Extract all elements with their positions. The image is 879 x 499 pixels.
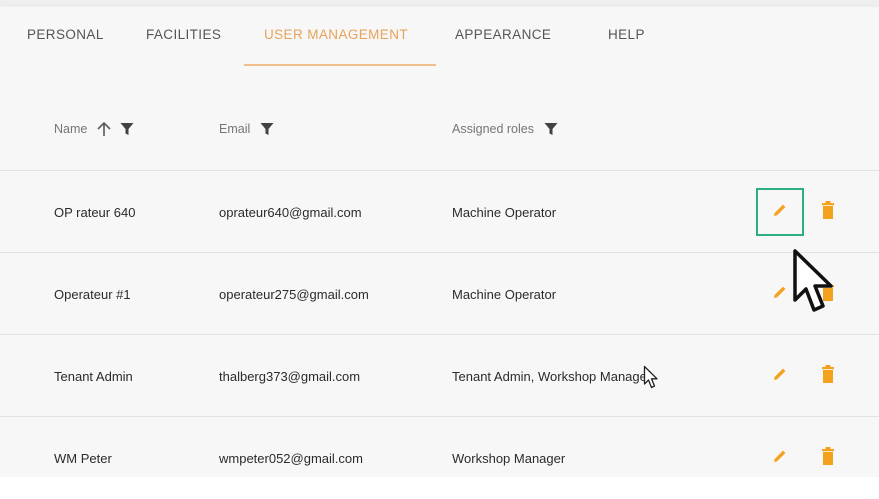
- user-email-cell: wmpeter052@gmail.com: [219, 450, 363, 466]
- sort-ascending-icon[interactable]: [97, 122, 111, 136]
- edit-user-button[interactable]: [756, 434, 804, 482]
- filter-icon-email[interactable]: [260, 122, 274, 136]
- mouse-pointer-icon: [643, 365, 659, 396]
- user-email-cell: oprateur640@gmail.com: [219, 204, 362, 220]
- user-roles-cell: Workshop Manager: [452, 450, 566, 466]
- table-row: Tenant Admin thalberg373@gmail.com Tenan…: [0, 334, 879, 417]
- table-row: OP rateur 640 oprateur640@gmail.com Mach…: [0, 170, 879, 253]
- table-row: Operateur #1 operateur275@gmail.com Mach…: [0, 252, 879, 335]
- trash-icon: [822, 364, 834, 388]
- row-actions: [756, 417, 846, 499]
- column-header-name: Name: [54, 88, 134, 170]
- table-header-row: Name Email Assigned roles: [0, 88, 879, 170]
- table-row: WM Peter wmpeter052@gmail.com Workshop M…: [0, 416, 879, 499]
- tab-user-management[interactable]: USER MANAGEMENT: [264, 8, 408, 64]
- user-name-cell: Operateur #1: [54, 286, 131, 302]
- user-name-cell: WM Peter: [54, 450, 112, 466]
- trash-icon: [822, 446, 834, 470]
- column-header-email-label[interactable]: Email: [219, 122, 250, 136]
- active-tab-indicator: [244, 64, 436, 66]
- column-header-email: Email: [219, 88, 274, 170]
- row-actions: [756, 335, 846, 417]
- tab-appearance[interactable]: APPEARANCE: [455, 8, 551, 64]
- user-roles-cell: Machine Operator: [452, 204, 557, 220]
- column-header-roles-label[interactable]: Assigned roles: [452, 122, 534, 136]
- column-header-name-label[interactable]: Name: [54, 122, 87, 136]
- tab-help[interactable]: HELP: [608, 8, 645, 64]
- pencil-icon: [772, 202, 788, 223]
- filter-icon-name[interactable]: [120, 122, 134, 136]
- delete-user-button[interactable]: [814, 352, 842, 400]
- settings-page: PERSONAL FACILITIES USER MANAGEMENT APPE…: [0, 0, 879, 477]
- mouse-pointer-icon: [792, 248, 840, 323]
- tab-personal[interactable]: PERSONAL: [27, 8, 104, 64]
- user-roles-cell: Machine Operator: [452, 286, 557, 302]
- column-header-roles: Assigned roles: [452, 88, 558, 170]
- tab-bar: PERSONAL FACILITIES USER MANAGEMENT APPE…: [0, 8, 879, 66]
- pencil-icon: [772, 366, 788, 387]
- user-name-cell: OP rateur 640: [54, 204, 136, 220]
- edit-user-button[interactable]: [756, 352, 804, 400]
- trash-icon: [822, 200, 834, 224]
- tab-facilities[interactable]: FACILITIES: [146, 8, 221, 64]
- row-actions: [756, 171, 846, 253]
- filter-icon-roles[interactable]: [544, 122, 558, 136]
- user-email-cell: thalberg373@gmail.com: [219, 368, 361, 384]
- pencil-icon: [772, 284, 788, 305]
- delete-user-button[interactable]: [814, 188, 842, 236]
- edit-user-button[interactable]: [756, 188, 804, 236]
- pencil-icon: [772, 448, 788, 469]
- user-email-cell: operateur275@gmail.com: [219, 286, 369, 302]
- delete-user-button[interactable]: [814, 434, 842, 482]
- top-bar-edge: [0, 0, 879, 5]
- user-roles-cell: Tenant Admin, Workshop Manager: [452, 368, 652, 384]
- user-name-cell: Tenant Admin: [54, 368, 133, 384]
